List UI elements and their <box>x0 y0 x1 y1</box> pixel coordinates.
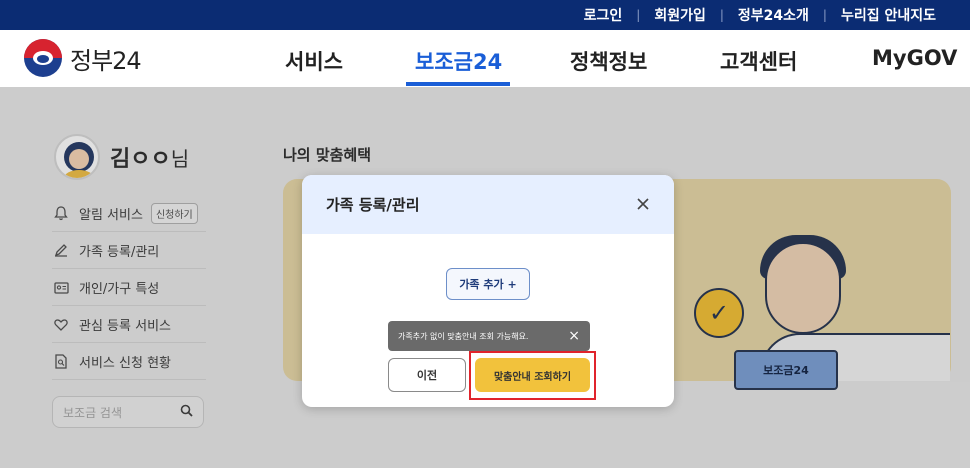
nav-item-mygov[interactable]: MyGOV <box>872 46 957 70</box>
dialog-header: 가족 등록/관리 <box>302 175 674 234</box>
previous-button[interactable]: 이전 <box>388 358 466 392</box>
nav-item-customer-center[interactable]: 고객센터 <box>720 46 797 76</box>
dialog-title: 가족 등록/관리 <box>326 196 420 214</box>
main-nav: 서비스 보조금24 정책정보 고객센터 MyGOV <box>0 30 970 87</box>
add-family-button[interactable]: 가족 추가 + <box>446 268 530 300</box>
login-link[interactable]: 로그인 <box>570 5 637 25</box>
top-utility-bar: 로그인 | 회원가입 | 정부24소개 | 누리집 안내지도 <box>0 0 970 30</box>
about-link[interactable]: 정부24소개 <box>724 5 823 25</box>
nav-item-policy[interactable]: 정책정보 <box>570 46 647 76</box>
active-tab-indicator <box>406 82 510 86</box>
close-icon[interactable] <box>636 194 650 216</box>
family-management-dialog: 가족 등록/관리 가족 추가 + 가족추가 없이 맞춤안내 조회 가능해요. ×… <box>302 175 674 407</box>
toast-message: 가족추가 없이 맞춤안내 조회 가능해요. <box>398 331 529 341</box>
nav-item-services[interactable]: 서비스 <box>285 46 343 76</box>
view-custom-guide-button[interactable]: 맞춤안내 조회하기 <box>475 358 590 392</box>
nav-item-subsidy24[interactable]: 보조금24 <box>415 46 502 76</box>
sitemap-link[interactable]: 누리집 안내지도 <box>827 5 950 25</box>
info-toast: 가족추가 없이 맞춤안내 조회 가능해요. × <box>388 321 590 351</box>
toast-close-icon[interactable]: × <box>568 328 580 344</box>
signup-link[interactable]: 회원가입 <box>640 5 720 25</box>
site-header: 정부24 서비스 보조금24 정책정보 고객센터 MyGOV <box>0 30 970 87</box>
